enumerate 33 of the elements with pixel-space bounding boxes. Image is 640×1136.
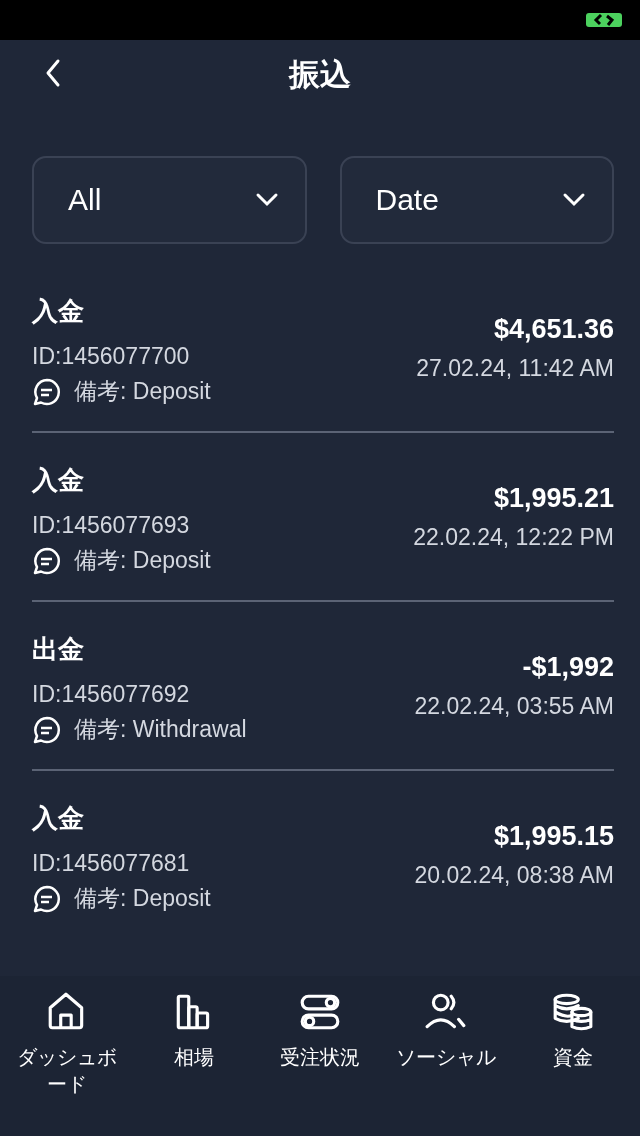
transaction-note: 備考: Deposit	[74, 884, 211, 913]
transaction-amount: $1,995.21	[493, 483, 614, 514]
nav-item[interactable]: ダッシュボード	[8, 990, 127, 1098]
nav-item[interactable]: ソーシャル	[387, 990, 506, 1071]
transaction-note: 備考: Deposit	[74, 546, 211, 575]
transaction-note: 備考: Deposit	[74, 377, 211, 406]
filter-dropdown[interactable]: All	[32, 156, 307, 244]
chat-icon	[32, 883, 62, 914]
transaction-type: 出金	[32, 633, 85, 666]
transaction-note: 備考: Withdrawal	[74, 715, 247, 744]
battery-icon	[586, 12, 622, 28]
nav-item[interactable]: 受注状況	[260, 990, 379, 1071]
nav-item[interactable]: 資金	[513, 990, 632, 1071]
chat-icon	[32, 545, 62, 576]
transaction-date: 20.02.24, 08:38 AM	[414, 862, 614, 889]
transaction-type: 入金	[32, 295, 85, 328]
transaction-date: 22.02.24, 03:55 AM	[414, 693, 614, 720]
transaction-id: ID:1456077700	[32, 343, 191, 370]
page-title: 振込	[289, 56, 351, 94]
transaction-amount: $4,651.36	[493, 314, 614, 345]
chat-icon	[32, 714, 62, 745]
filter-dropdown[interactable]: Date	[339, 156, 614, 244]
transaction-amount: -$1,992	[522, 652, 614, 683]
transaction-id: ID:1456077693	[32, 512, 191, 539]
transaction-amount: $1,995.15	[493, 821, 614, 852]
transaction-type: 入金	[32, 802, 85, 835]
transaction-id: ID:1456077692	[32, 681, 191, 708]
transaction-date: 27.02.24, 11:42 AM	[416, 355, 614, 382]
transaction-date: 22.02.24, 12:22 PM	[413, 524, 614, 551]
nav-item[interactable]: 相場	[134, 990, 253, 1071]
chat-icon	[32, 376, 62, 407]
transaction-type: 入金	[32, 464, 85, 497]
transaction-id: ID:1456077681	[32, 850, 191, 877]
